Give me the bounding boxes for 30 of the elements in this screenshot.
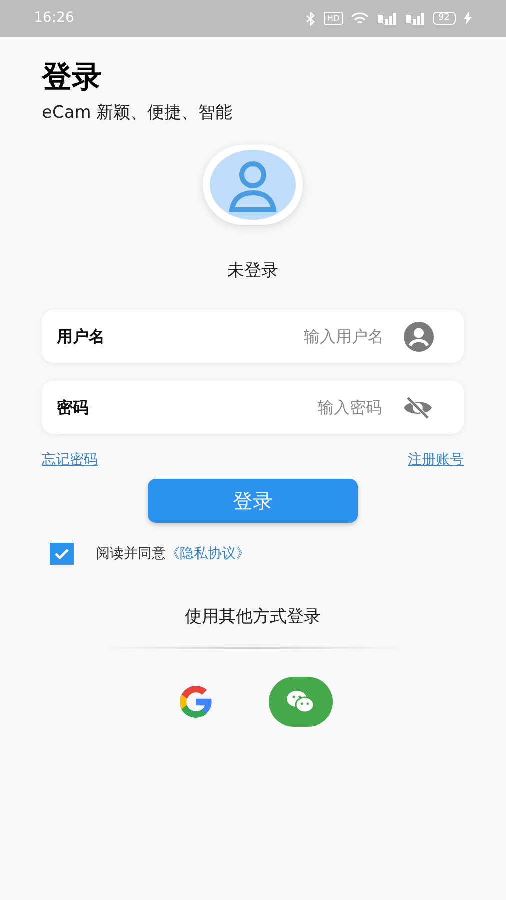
agreement-text: 阅读并同意 [96, 544, 166, 564]
privacy-link[interactable]: 《隐私协议》 [166, 544, 250, 564]
wechat-login-button[interactable] [269, 676, 333, 726]
field-label: 用户名 [57, 326, 105, 348]
user-icon[interactable] [404, 322, 434, 352]
person-icon [210, 150, 296, 220]
charging-icon [464, 12, 472, 25]
status-time: 16:26 [34, 9, 74, 28]
checkmark-icon [54, 548, 70, 560]
signal-icon [404, 12, 425, 25]
password-input[interactable]: 输入密码 [89, 396, 382, 420]
signal-icon [376, 12, 397, 25]
field-label: 密码 [57, 396, 89, 418]
subtitle: eCam 新颖、便捷、智能 [42, 102, 234, 125]
wifi-icon [350, 12, 369, 25]
eye-off-icon[interactable] [402, 394, 434, 420]
password-field[interactable]: 密码 输入密码 [42, 381, 464, 434]
forgot-password-link[interactable]: 忘记密码 [42, 450, 98, 471]
chat-bubbles-icon [286, 688, 316, 714]
hd-badge: HD [324, 12, 343, 25]
other-login-title: 使用其他方式登录 [185, 606, 321, 629]
username-input[interactable]: 输入用户名 [105, 324, 384, 348]
username-field[interactable]: 用户名 输入用户名 [42, 310, 464, 363]
agree-checkbox[interactable] [50, 543, 74, 565]
login-button[interactable]: 登录 [148, 479, 358, 523]
battery-level: 92 [432, 12, 456, 25]
page-title: 登录 [42, 59, 103, 97]
bluetooth-icon [306, 12, 316, 26]
login-status: 未登录 [228, 260, 278, 282]
register-link[interactable]: 注册账号 [408, 450, 464, 471]
